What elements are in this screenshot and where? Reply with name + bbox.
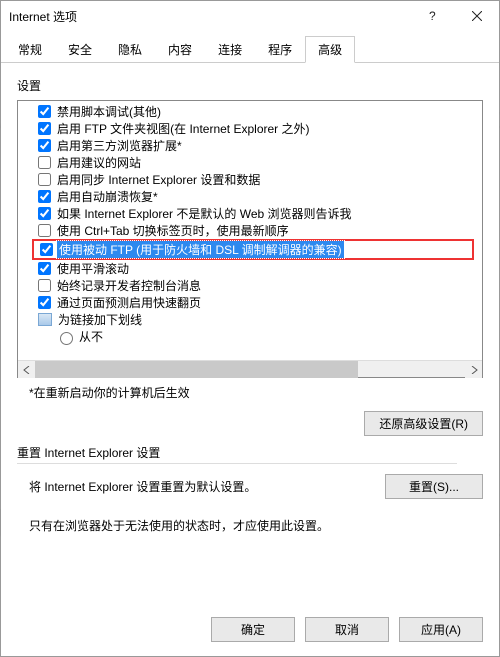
tab-general[interactable]: 常规 bbox=[5, 36, 55, 63]
chevron-left-icon bbox=[23, 366, 31, 374]
setting-checkbox[interactable] bbox=[38, 279, 51, 292]
close-button[interactable] bbox=[454, 1, 499, 31]
setting-checkbox[interactable] bbox=[38, 262, 51, 275]
highlight-box: 使用被动 FTP (用于防火墙和 DSL 调制解调器的兼容) bbox=[32, 239, 474, 260]
tab-bar: 常规 安全 隐私 内容 连接 程序 高级 bbox=[1, 35, 499, 63]
setting-radio[interactable] bbox=[60, 332, 73, 345]
scroll-thumb[interactable] bbox=[35, 361, 358, 378]
reset-title: 重置 Internet Explorer 设置 bbox=[17, 444, 457, 464]
setting-checkbox[interactable] bbox=[38, 105, 51, 118]
group-icon bbox=[38, 313, 52, 326]
scroll-right-button[interactable] bbox=[465, 361, 482, 378]
dialog-footer: 确定 取消 应用(A) bbox=[1, 602, 499, 656]
tab-privacy[interactable]: 隐私 bbox=[105, 36, 155, 63]
setting-checkbox[interactable] bbox=[38, 173, 51, 186]
setting-label: 使用被动 FTP (用于防火墙和 DSL 调制解调器的兼容) bbox=[57, 241, 344, 258]
setting-checkbox[interactable] bbox=[38, 207, 51, 220]
setting-label: 如果 Internet Explorer 不是默认的 Web 浏览器则告诉我 bbox=[55, 205, 354, 222]
titlebar: Internet 选项 ? bbox=[1, 1, 499, 31]
setting-label: 禁用脚本调试(其他) bbox=[55, 103, 163, 120]
setting-label: 启用建议的网站 bbox=[55, 154, 143, 171]
scroll-track[interactable] bbox=[35, 361, 465, 377]
close-icon bbox=[472, 11, 482, 21]
ok-button[interactable]: 确定 bbox=[211, 617, 295, 642]
setting-label: 使用平滑滚动 bbox=[55, 260, 131, 277]
restart-note: *在重新启动你的计算机后生效 bbox=[29, 384, 483, 401]
setting-label: 启用 FTP 文件夹视图(在 Internet Explorer 之外) bbox=[55, 120, 312, 137]
reset-note: 只有在浏览器处于无法使用的状态时，才应使用此设置。 bbox=[29, 517, 409, 534]
settings-label: 设置 bbox=[17, 77, 483, 94]
horizontal-scrollbar[interactable] bbox=[18, 360, 482, 377]
cancel-button[interactable]: 取消 bbox=[305, 617, 389, 642]
dialog-title: Internet 选项 bbox=[9, 8, 77, 25]
setting-label: 从不 bbox=[77, 328, 105, 345]
setting-checkbox[interactable] bbox=[38, 296, 51, 309]
setting-checkbox[interactable] bbox=[38, 156, 51, 169]
setting-label: 始终记录开发者控制台消息 bbox=[55, 277, 203, 294]
help-icon: ? bbox=[426, 10, 438, 22]
setting-label: 使用 Ctrl+Tab 切换标签页时，使用最新顺序 bbox=[55, 222, 291, 239]
apply-button[interactable]: 应用(A) bbox=[399, 617, 483, 642]
setting-checkbox[interactable] bbox=[40, 243, 53, 256]
help-button[interactable]: ? bbox=[409, 1, 454, 31]
setting-label: 启用同步 Internet Explorer 设置和数据 bbox=[55, 171, 262, 188]
setting-label: 启用自动崩溃恢复* bbox=[55, 188, 160, 205]
setting-checkbox[interactable] bbox=[38, 190, 51, 203]
svg-text:?: ? bbox=[429, 10, 436, 22]
setting-checkbox[interactable] bbox=[38, 139, 51, 152]
tab-programs[interactable]: 程序 bbox=[255, 36, 305, 63]
restore-advanced-button[interactable]: 还原高级设置(R) bbox=[364, 411, 483, 436]
settings-tree[interactable]: 禁用脚本调试(其他) 启用 FTP 文件夹视图(在 Internet Explo… bbox=[17, 100, 483, 378]
dialog-window: 服务器评测 服务器评测 w . i d c s p y . o r g - 国外… bbox=[0, 0, 500, 657]
setting-checkbox[interactable] bbox=[38, 122, 51, 135]
tab-content-area: 设置 禁用脚本调试(其他) 启用 FTP 文件夹视图(在 Internet Ex… bbox=[1, 63, 499, 602]
setting-label: 启用第三方浏览器扩展* bbox=[55, 137, 184, 154]
reset-button[interactable]: 重置(S)... bbox=[385, 474, 483, 499]
reset-description: 将 Internet Explorer 设置重置为默认设置。 bbox=[29, 478, 385, 495]
setting-label: 通过页面预测启用快速翻页 bbox=[55, 294, 203, 311]
reset-section: 重置 Internet Explorer 设置 将 Internet Explo… bbox=[17, 444, 483, 534]
setting-group-label: 为链接加下划线 bbox=[56, 311, 144, 328]
tab-advanced[interactable]: 高级 bbox=[305, 36, 355, 63]
chevron-right-icon bbox=[470, 366, 478, 374]
tab-content[interactable]: 内容 bbox=[155, 36, 205, 63]
tab-connections[interactable]: 连接 bbox=[205, 36, 255, 63]
tab-security[interactable]: 安全 bbox=[55, 36, 105, 63]
scroll-left-button[interactable] bbox=[18, 361, 35, 378]
setting-checkbox[interactable] bbox=[38, 224, 51, 237]
